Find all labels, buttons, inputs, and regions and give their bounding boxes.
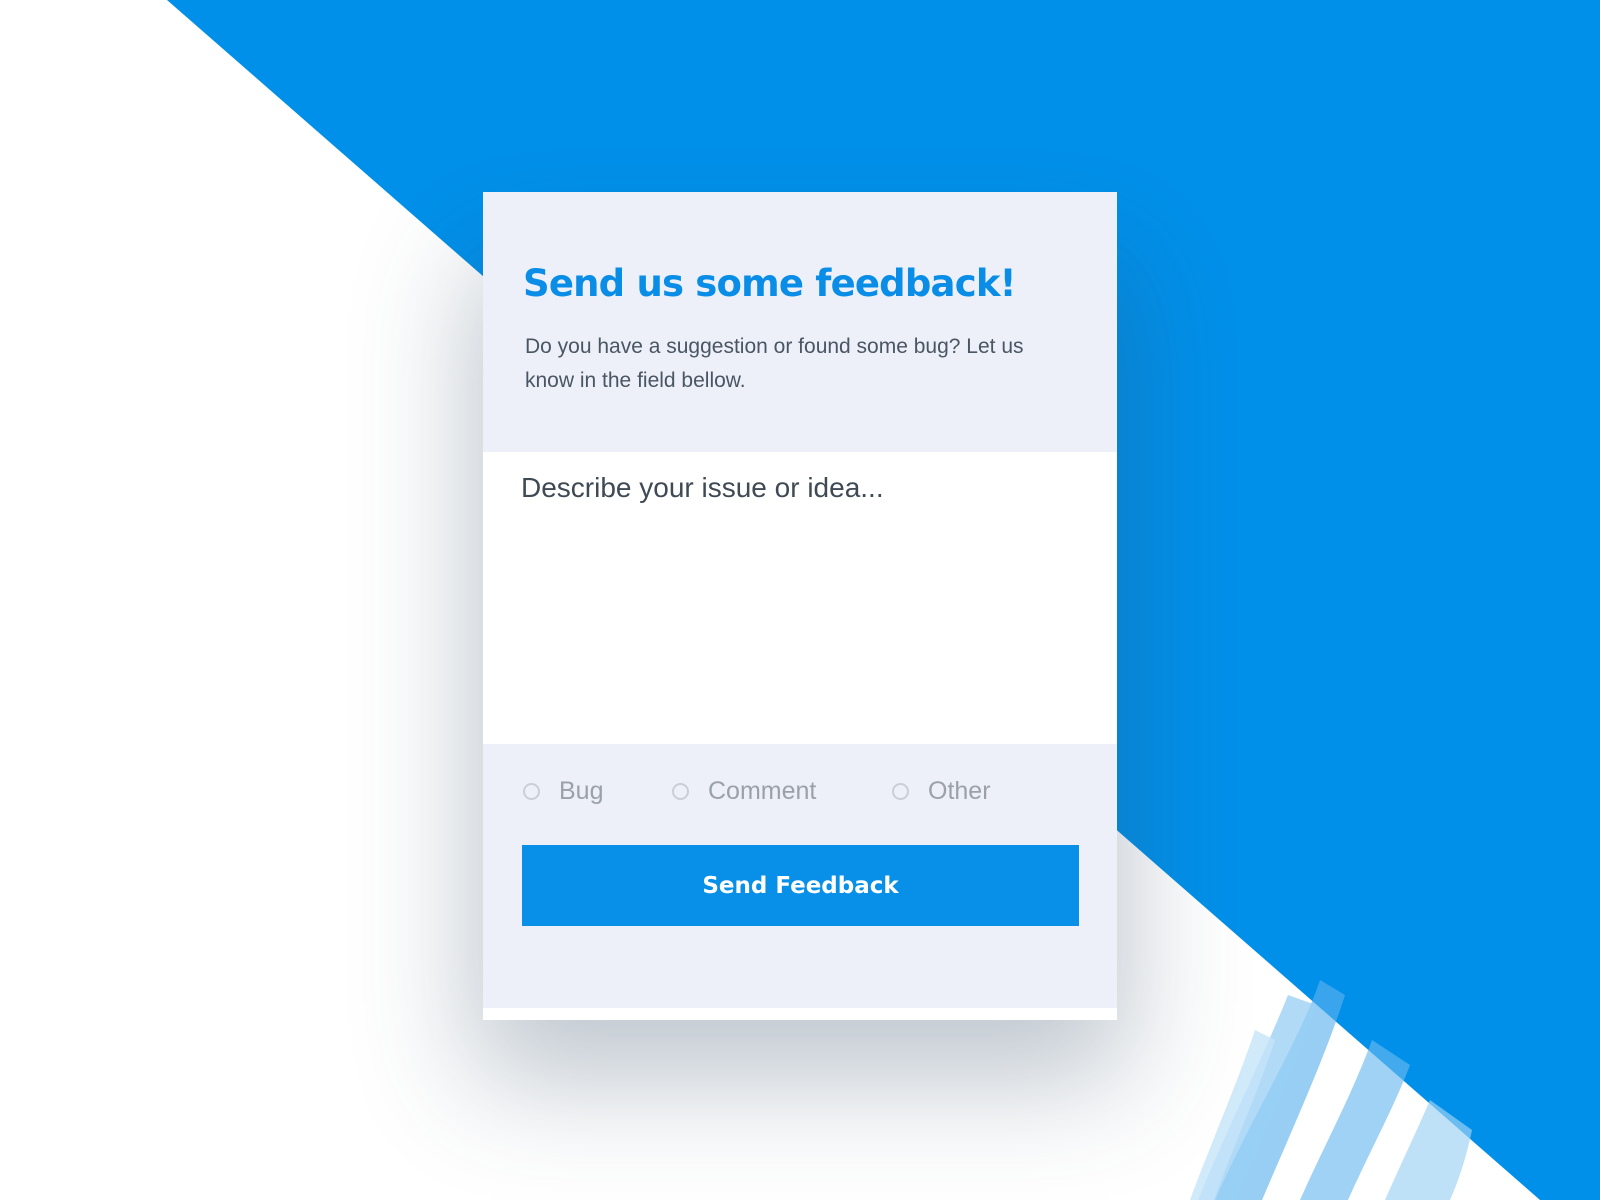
radio-option-other[interactable]: Other	[892, 776, 991, 806]
radio-option-bug[interactable]: Bug	[523, 776, 603, 806]
feedback-title: Send us some feedback!	[523, 262, 1017, 305]
radio-label-other: Other	[928, 776, 991, 805]
feedback-message-input[interactable]	[483, 452, 1117, 744]
radio-label-bug: Bug	[559, 776, 604, 805]
feedback-card-header: Send us some feedback! Do you have a sug…	[483, 192, 1117, 452]
radio-label-comment: Comment	[708, 776, 817, 805]
radio-button-comment[interactable]	[672, 782, 689, 800]
radio-option-comment[interactable]: Comment	[672, 776, 816, 806]
feedback-type-group: Bug Comment Other	[523, 776, 1083, 806]
radio-button-other[interactable]	[892, 782, 909, 800]
feedback-description: Do you have a suggestion or found some b…	[525, 335, 1024, 392]
feedback-card: Send us some feedback! Do you have a sug…	[483, 192, 1117, 1008]
radio-button-bug[interactable]	[523, 782, 540, 800]
send-feedback-button[interactable]: Send Feedback	[522, 845, 1079, 926]
